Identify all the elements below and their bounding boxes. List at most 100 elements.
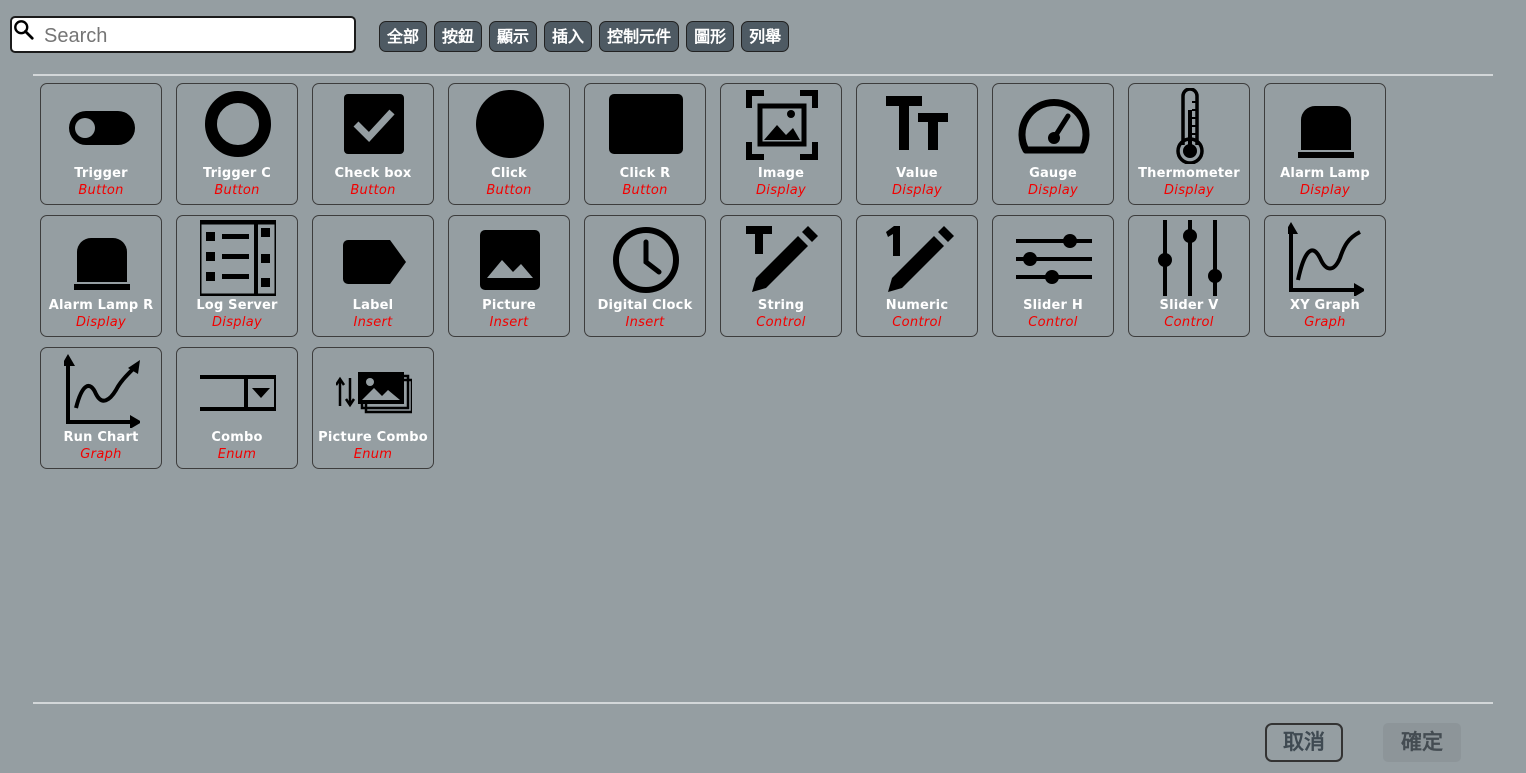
widget-name: String: [757, 298, 805, 313]
widget-category: Button: [622, 183, 668, 198]
widget-tile-log-server[interactable]: Log Server Display: [176, 215, 298, 337]
widget-category: Display: [211, 315, 263, 330]
widget-tile-numeric[interactable]: Numeric Control: [856, 215, 978, 337]
widget-name: Run Chart: [63, 430, 139, 445]
widget-category: Display: [75, 315, 127, 330]
widget-tile-digital-clock[interactable]: Digital Clock Insert: [584, 215, 706, 337]
clock-icon: [613, 227, 679, 293]
filter-button-button[interactable]: 按鈕: [434, 21, 483, 52]
widget-category: Control: [756, 315, 806, 330]
widget-name: XY Graph: [1290, 298, 1360, 313]
slider-vertical-icon: [1158, 220, 1222, 296]
gauge-icon: [1018, 99, 1090, 154]
widget-tile-picture[interactable]: Picture Insert: [448, 215, 570, 337]
widget-tile-check-box[interactable]: Check box Button: [312, 83, 434, 205]
widget-name: Alarm Lamp R: [48, 298, 154, 313]
widget-name: Slider V: [1159, 298, 1219, 313]
widget-category: Button: [486, 183, 532, 198]
widget-category: Display: [1027, 183, 1079, 198]
widget-name: Thermometer: [1138, 166, 1240, 181]
widget-tile-picture-combo[interactable]: Picture Combo Enum: [312, 347, 434, 469]
widget-tile-trigger[interactable]: Trigger Button: [40, 83, 162, 205]
filter-insert-button[interactable]: 插入: [544, 21, 593, 52]
widget-category: Display: [891, 183, 943, 198]
widget-category: Insert: [489, 315, 529, 330]
widget-tile-image[interactable]: Image Display: [720, 83, 842, 205]
widget-name: Combo: [211, 430, 263, 445]
widget-tile-gauge[interactable]: Gauge Display: [992, 83, 1114, 205]
widget-category: Graph: [1304, 315, 1346, 330]
widget-name: Click: [491, 166, 527, 181]
search-icon: [14, 20, 34, 40]
run-chart-icon: [64, 354, 140, 428]
widget-name: Label: [352, 298, 394, 313]
widget-tile-thermometer[interactable]: Thermometer Display: [1128, 83, 1250, 205]
bottom-divider: [33, 702, 1493, 704]
widget-tile-run-chart[interactable]: Run Chart Graph: [40, 347, 162, 469]
widget-name: Gauge: [1029, 166, 1077, 181]
widget-tile-click[interactable]: Click Button: [448, 83, 570, 205]
search-input[interactable]: [42, 22, 351, 50]
widget-category: Insert: [353, 315, 393, 330]
widget-tile-slider-h[interactable]: Slider H Control: [992, 215, 1114, 337]
widget-tile-alarm-lamp[interactable]: Alarm Lamp Display: [1264, 83, 1386, 205]
label-tag-icon: [343, 240, 406, 284]
combo-dropdown-icon: [200, 375, 276, 411]
search-box[interactable]: [10, 16, 356, 53]
widget-name: Numeric: [885, 298, 949, 313]
widget-category: Enum: [353, 447, 393, 462]
widget-tile-trigger-c[interactable]: Trigger C Button: [176, 83, 298, 205]
text-size-icon: [886, 96, 948, 150]
filter-graph-button[interactable]: 圖形: [686, 21, 735, 52]
widget-name: Click R: [619, 166, 671, 181]
widget-tile-value[interactable]: Value Display: [856, 83, 978, 205]
picture-combo-icon: [336, 372, 412, 414]
widget-tile-xy-graph[interactable]: XY Graph Graph: [1264, 215, 1386, 337]
widget-category: Display: [755, 183, 807, 198]
ring-icon: [205, 91, 271, 157]
widget-category: Control: [1164, 315, 1214, 330]
thermometer-icon: [1176, 88, 1204, 164]
cancel-button[interactable]: 取消: [1265, 723, 1343, 762]
widget-name: Check box: [334, 166, 412, 181]
xy-graph-icon: [1288, 222, 1364, 296]
confirm-button[interactable]: 確定: [1383, 723, 1461, 762]
number-edit-icon: [886, 226, 954, 292]
filter-control-button[interactable]: 控制元件: [599, 21, 680, 52]
widget-tile-slider-v[interactable]: Slider V Control: [1128, 215, 1250, 337]
widget-tile-label[interactable]: Label Insert: [312, 215, 434, 337]
filter-display-button[interactable]: 顯示: [489, 21, 538, 52]
widget-category: Insert: [625, 315, 665, 330]
widget-name: Trigger: [74, 166, 128, 181]
widget-name: Slider H: [1023, 298, 1083, 313]
slider-horizontal-icon: [1016, 234, 1092, 284]
widget-tile-string[interactable]: String Control: [720, 215, 842, 337]
toggle-icon: [69, 111, 135, 145]
category-filter-bar: 全部 按鈕 顯示 插入 控制元件 圖形 列舉: [379, 21, 796, 52]
rounded-square-icon: [609, 94, 683, 154]
widget-name: Value: [896, 166, 938, 181]
top-divider: [33, 74, 1493, 76]
widget-name: Alarm Lamp: [1280, 166, 1370, 181]
widget-tile-alarm-lamp-r[interactable]: Alarm Lamp R Display: [40, 215, 162, 337]
widget-grid: Trigger Button Trigger C Button Check bo…: [40, 83, 1400, 469]
widget-name: Digital Clock: [597, 298, 693, 313]
widget-tile-click-r[interactable]: Click R Button: [584, 83, 706, 205]
widget-category: Display: [1299, 183, 1351, 198]
widget-name: Trigger C: [202, 166, 271, 181]
checkbox-icon: [344, 94, 404, 154]
widget-category: Button: [214, 183, 260, 198]
image-frame-icon: [746, 90, 818, 160]
alarm-lamp-icon: [74, 238, 130, 290]
filter-enum-button[interactable]: 列舉: [741, 21, 790, 52]
widget-category: Button: [78, 183, 124, 198]
widget-category: Control: [892, 315, 942, 330]
widget-category: Display: [1163, 183, 1215, 198]
widget-name: Image: [757, 166, 805, 181]
widget-category: Button: [350, 183, 396, 198]
widget-tile-combo[interactable]: Combo Enum: [176, 347, 298, 469]
widget-name: Picture: [482, 298, 536, 313]
log-list-icon: [200, 220, 276, 296]
filter-all-button[interactable]: 全部: [379, 21, 428, 52]
text-edit-icon: [746, 226, 818, 292]
